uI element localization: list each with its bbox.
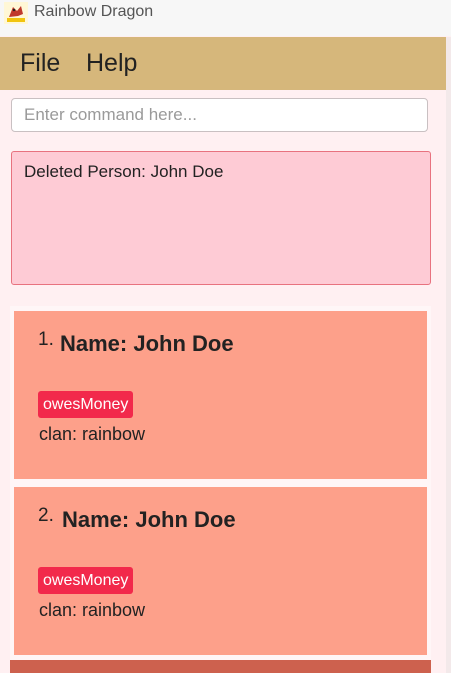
person-tag: owesMoney (38, 391, 134, 418)
rainbow-dragon-logo-icon (4, 2, 28, 24)
person-index: 2. (38, 505, 54, 526)
person-card-partial[interactable] (10, 660, 431, 673)
window-border (446, 37, 451, 673)
person-name: Name: John Doe (60, 331, 234, 356)
window-title: Rainbow Dragon (34, 3, 154, 20)
result-display: Deleted Person: John Doe (11, 151, 431, 285)
result-message: Deleted Person: John Doe (24, 162, 224, 181)
person-name: Name: John Doe (62, 507, 236, 532)
person-clan: clan: rainbow (39, 424, 146, 444)
title-bar: Rainbow Dragon (0, 0, 451, 36)
person-index: 1. (38, 329, 54, 350)
person-card[interactable]: 2. Name: John Doe owesMoney clan: rainbo… (14, 487, 427, 655)
person-clan: clan: rainbow (39, 600, 146, 620)
menu-file[interactable]: File (20, 49, 60, 78)
menu-help[interactable]: Help (86, 49, 137, 78)
command-input[interactable] (11, 98, 428, 132)
app-window: Rainbow Dragon File Help Deleted Person:… (0, 0, 451, 673)
person-list[interactable]: 1. Name: John Doe owesMoney clan: rainbo… (10, 306, 431, 673)
person-card[interactable]: 1. Name: John Doe owesMoney clan: rainbo… (14, 311, 427, 479)
person-tag: owesMoney (38, 567, 134, 594)
menu-bar: File Help (0, 37, 446, 90)
